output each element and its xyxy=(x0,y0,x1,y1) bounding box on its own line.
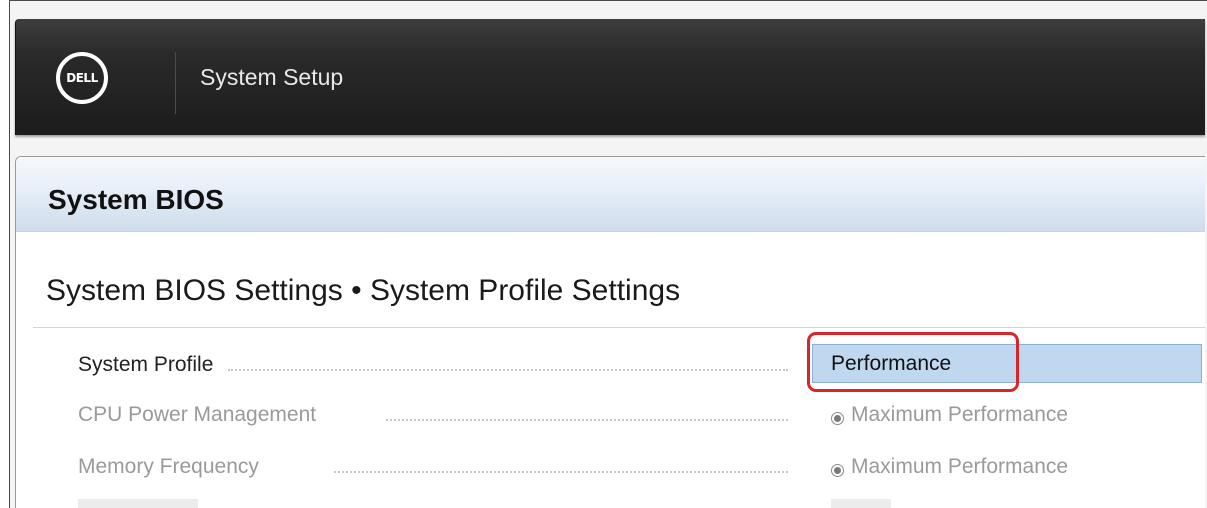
dell-logo: DELL xyxy=(56,52,108,104)
system-profile-label: System Profile xyxy=(78,353,214,376)
next-row-label-clipped xyxy=(78,499,198,508)
section-title: System BIOS Settings • System Profile Se… xyxy=(46,274,681,307)
app-header: DELL System Setup xyxy=(15,19,1205,135)
memory-frequency-value: Maximum Performance xyxy=(851,455,1069,478)
section-divider xyxy=(33,327,1205,328)
system-bios-panel: System BIOS System BIOS Settings • Syste… xyxy=(15,156,1205,508)
system-profile-leader-dots xyxy=(228,369,788,371)
cpu-power-management-radio-icon[interactable] xyxy=(831,412,844,425)
cpu-power-management-leader-dots xyxy=(386,419,788,421)
panel-title: System BIOS xyxy=(48,184,224,215)
highlight-annotation xyxy=(807,332,1019,392)
next-row-value-clipped xyxy=(831,499,891,508)
memory-frequency-label: Memory Frequency xyxy=(78,455,259,478)
dell-logo-text: DELL xyxy=(66,71,98,85)
cpu-power-management-label: CPU Power Management xyxy=(78,403,317,426)
memory-frequency-leader-dots xyxy=(334,471,788,473)
panel-titlebar: System BIOS xyxy=(16,157,1205,232)
cpu-power-management-value: Maximum Performance xyxy=(851,403,1069,426)
memory-frequency-radio-icon[interactable] xyxy=(831,464,844,477)
header-divider xyxy=(175,52,176,114)
app-title: System Setup xyxy=(200,64,344,90)
